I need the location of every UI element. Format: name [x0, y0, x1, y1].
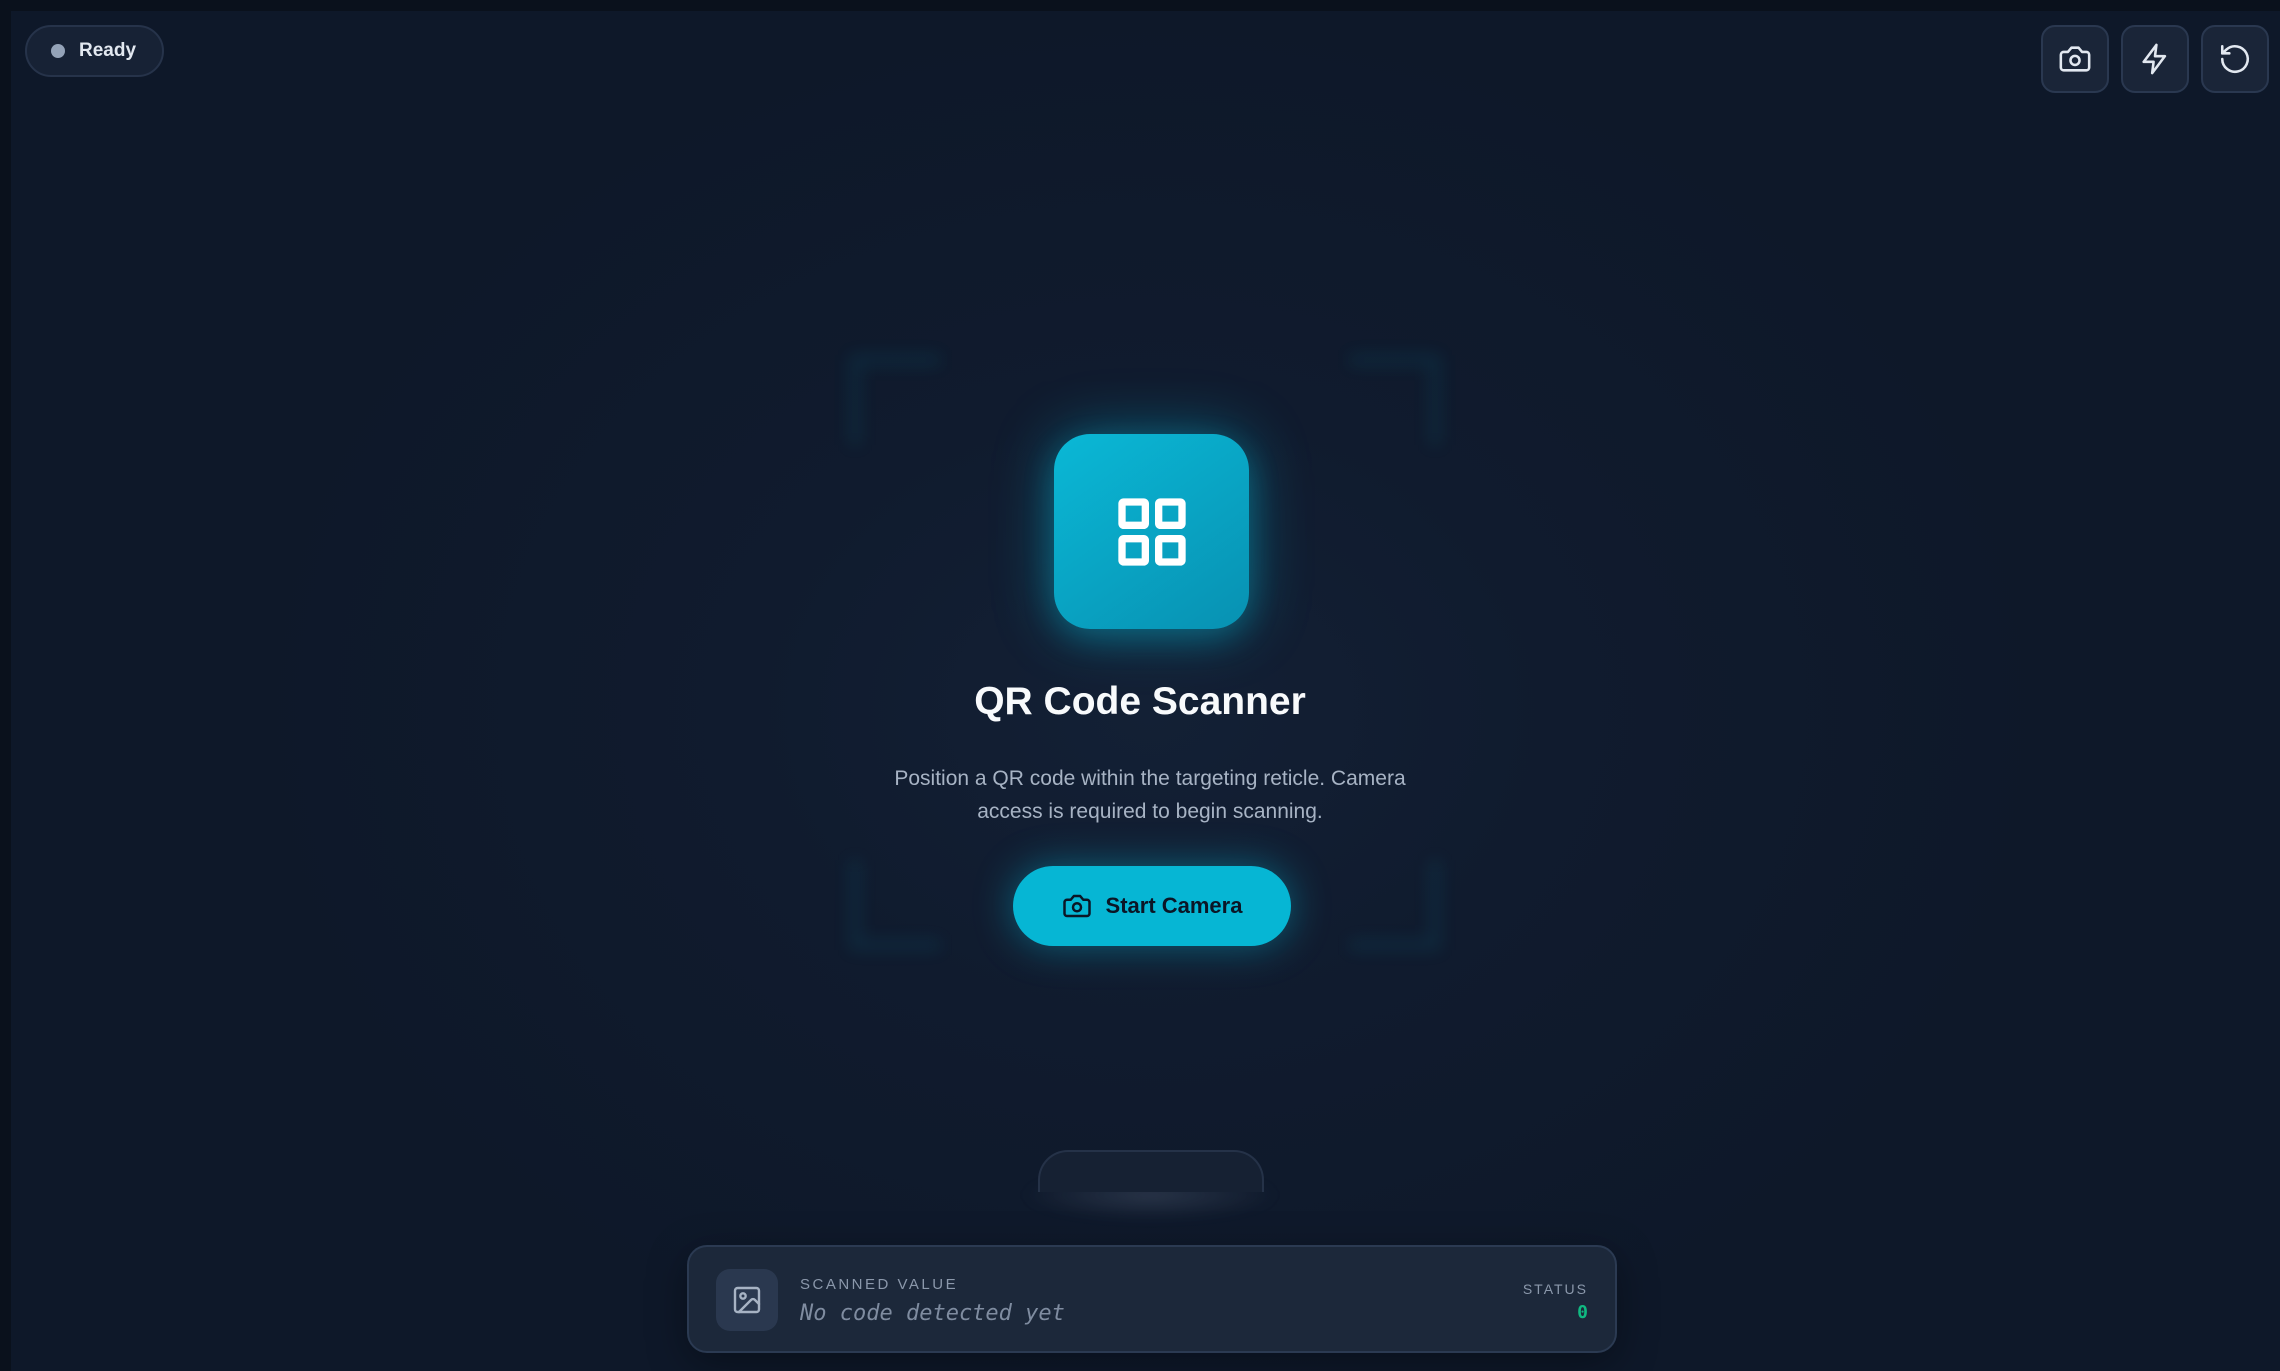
image-icon: [733, 1286, 761, 1314]
result-thumbnail: [716, 1269, 778, 1331]
reticle-corner-bottom-left: [850, 860, 940, 950]
reset-icon: [2220, 44, 2250, 74]
scanned-value: No code detected yet: [800, 1301, 1065, 1326]
start-camera-label: Start Camera: [1105, 893, 1243, 918]
qr-grid-icon: [1117, 497, 1186, 566]
reset-button[interactable]: [2201, 25, 2269, 93]
page-title: QR Code Scanner: [974, 680, 1306, 723]
camera-icon: [1062, 894, 1091, 918]
status-heading: STATUS: [1522, 1281, 1588, 1297]
status-badge: Ready: [25, 25, 165, 77]
page-description: Position a QR code within the targeting …: [894, 767, 1406, 823]
panel-handle[interactable]: [1038, 1150, 1264, 1192]
reticle-corner-bottom-right: [1350, 860, 1440, 950]
status-label: Ready: [79, 40, 137, 61]
scan-result-panel: SCANNED VALUE No code detected yet STATU…: [687, 1245, 1617, 1353]
reticle-corner-top-right: [1350, 355, 1440, 445]
reticle-corner-top-left: [850, 355, 940, 445]
app-logo: [1054, 434, 1249, 629]
top-toolbar: [2041, 25, 2269, 93]
flash-toggle-button[interactable]: [2121, 25, 2189, 93]
start-camera-button[interactable]: Start Camera: [1013, 866, 1291, 946]
camera-icon: [2059, 46, 2091, 72]
flash-icon: [2142, 43, 2167, 75]
scan-count: 0: [1577, 1302, 1588, 1323]
capture-button[interactable]: [2041, 25, 2109, 93]
scanned-value-label: SCANNED VALUE: [800, 1276, 959, 1293]
status-dot-icon: [51, 44, 65, 58]
window-top-border: [0, 0, 2280, 11]
